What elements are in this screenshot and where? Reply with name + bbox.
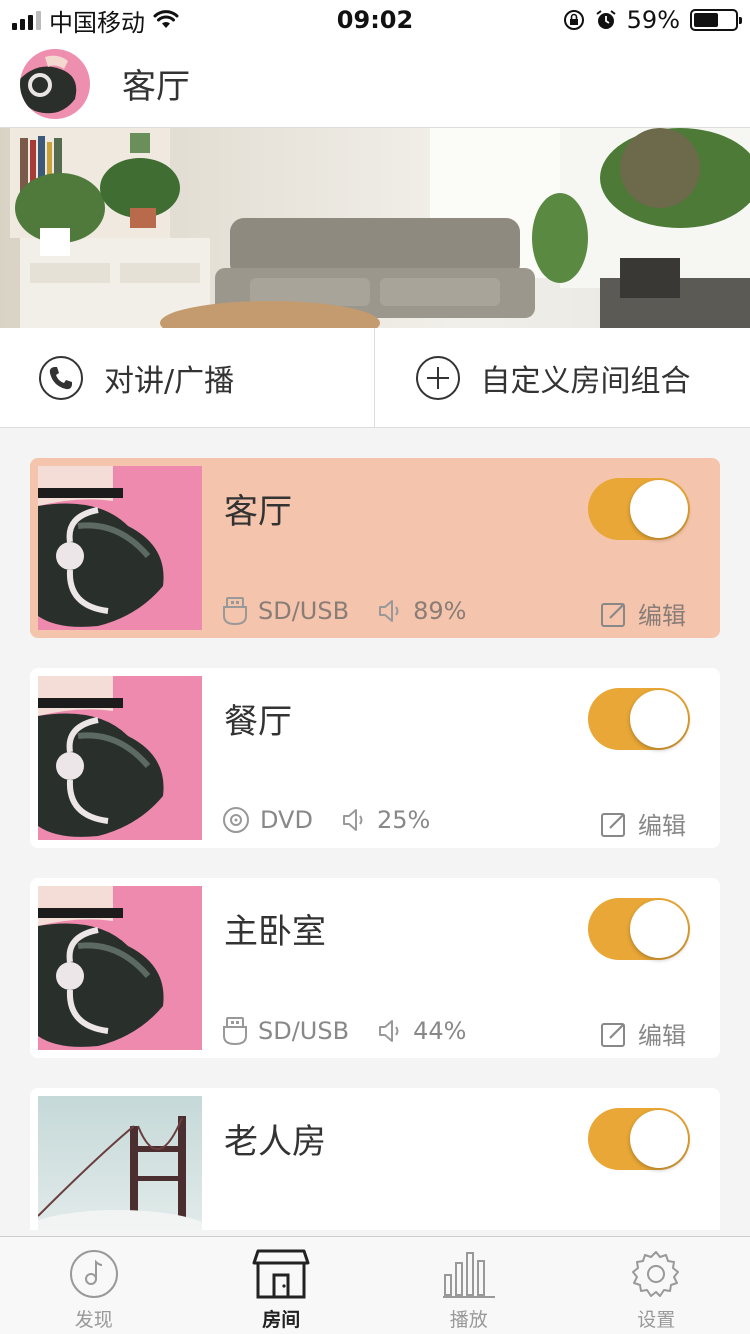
status-bar: 中国移动 09:02 59% bbox=[0, 0, 750, 40]
page-title: 客厅 bbox=[122, 67, 190, 107]
room-card-elder-room[interactable]: 老人房 bbox=[30, 1088, 720, 1230]
tab-label: 发现 bbox=[74, 1309, 113, 1331]
gear-icon bbox=[632, 1251, 680, 1297]
edit-label: 编辑 bbox=[638, 812, 686, 840]
rotation-lock-icon bbox=[563, 10, 584, 30]
intercom-label: 对讲/广播 bbox=[104, 363, 235, 399]
room-album-art bbox=[38, 466, 202, 630]
room-status: DVD 25% bbox=[222, 806, 430, 834]
custom-room-group-button[interactable]: 自定义房间组合 bbox=[373, 328, 750, 427]
edit-label: 编辑 bbox=[638, 1022, 686, 1050]
action-bar: 对讲/广播 自定义房间组合 bbox=[0, 328, 750, 428]
edit-label: 编辑 bbox=[638, 602, 686, 630]
speaker-icon bbox=[342, 809, 363, 831]
usb-icon bbox=[223, 597, 247, 626]
tab-discover[interactable]: 发现 bbox=[0, 1237, 188, 1334]
room-power-toggle[interactable] bbox=[588, 1108, 690, 1170]
room-name: 主卧室 bbox=[224, 912, 326, 952]
disc-icon bbox=[223, 807, 249, 833]
usb-icon bbox=[223, 1017, 247, 1046]
speaker-icon bbox=[379, 600, 399, 622]
room-name: 客厅 bbox=[224, 492, 292, 532]
status-left: 中国移动 bbox=[12, 3, 179, 38]
room-banner-image bbox=[0, 128, 750, 328]
room-status: SD/USB 44% bbox=[222, 1016, 466, 1046]
alarm-icon bbox=[596, 10, 616, 29]
edit-button[interactable]: 编辑 bbox=[600, 806, 686, 841]
edit-button[interactable]: 编辑 bbox=[600, 1016, 686, 1051]
room-album-art bbox=[38, 886, 202, 1050]
room-name: 老人房 bbox=[224, 1122, 326, 1162]
room-power-toggle[interactable] bbox=[588, 688, 690, 750]
house-icon bbox=[252, 1249, 310, 1299]
room-card-dining-room[interactable]: 餐厅 DVD 25% 编辑 bbox=[30, 668, 720, 848]
carrier-label: 中国移动 bbox=[49, 8, 145, 37]
room-card-living-room[interactable]: 客厅 SD/USB 89% 编辑 bbox=[30, 458, 720, 638]
source-label: DVD bbox=[260, 806, 313, 834]
wifi-icon bbox=[153, 10, 179, 28]
room-album-art bbox=[38, 676, 202, 840]
edit-icon bbox=[601, 1022, 625, 1047]
speaker-icon bbox=[379, 1020, 399, 1042]
room-power-toggle[interactable] bbox=[588, 898, 690, 960]
room-card-master-bedroom[interactable]: 主卧室 SD/USB 44% 编辑 bbox=[30, 878, 720, 1058]
tab-label: 房间 bbox=[262, 1309, 301, 1331]
avatar[interactable] bbox=[20, 48, 90, 119]
volume-label: 89% bbox=[413, 597, 467, 625]
custom-group-label: 自定义房间组合 bbox=[480, 363, 691, 399]
battery-icon bbox=[690, 9, 742, 31]
music-disc-icon bbox=[69, 1250, 118, 1298]
phone-icon bbox=[39, 355, 83, 400]
room-status: SD/USB 89% bbox=[222, 596, 466, 626]
tab-settings[interactable]: 设置 bbox=[563, 1237, 750, 1334]
bars-icon bbox=[442, 1252, 495, 1298]
battery-percent: 59% bbox=[626, 6, 680, 34]
room-name: 餐厅 bbox=[224, 702, 292, 742]
edit-icon bbox=[601, 602, 625, 627]
bottom-tab-bar: 发现 房间 播放 设置 bbox=[0, 1236, 750, 1334]
room-list: 客厅 SD/USB 89% 编辑 餐厅 DVD 25% 编辑 主卧室 SD/US… bbox=[30, 458, 720, 1230]
tab-label: 设置 bbox=[637, 1309, 676, 1331]
edit-button[interactable]: 编辑 bbox=[600, 596, 686, 631]
intercom-button[interactable]: 对讲/广播 bbox=[0, 328, 374, 427]
plus-circle-icon bbox=[415, 355, 460, 400]
tab-rooms[interactable]: 房间 bbox=[188, 1237, 376, 1334]
app-header: 客厅 bbox=[0, 40, 750, 128]
edit-icon bbox=[601, 812, 625, 837]
tab-play[interactable]: 播放 bbox=[375, 1237, 563, 1334]
signal-icon bbox=[12, 10, 41, 30]
source-label: SD/USB bbox=[258, 597, 350, 625]
room-power-toggle[interactable] bbox=[588, 478, 690, 540]
room-album-art bbox=[38, 1096, 202, 1230]
source-label: SD/USB bbox=[258, 1017, 350, 1045]
status-right: 59% bbox=[563, 6, 742, 34]
volume-label: 25% bbox=[376, 806, 431, 834]
tab-label: 播放 bbox=[449, 1309, 488, 1331]
volume-label: 44% bbox=[413, 1017, 467, 1045]
